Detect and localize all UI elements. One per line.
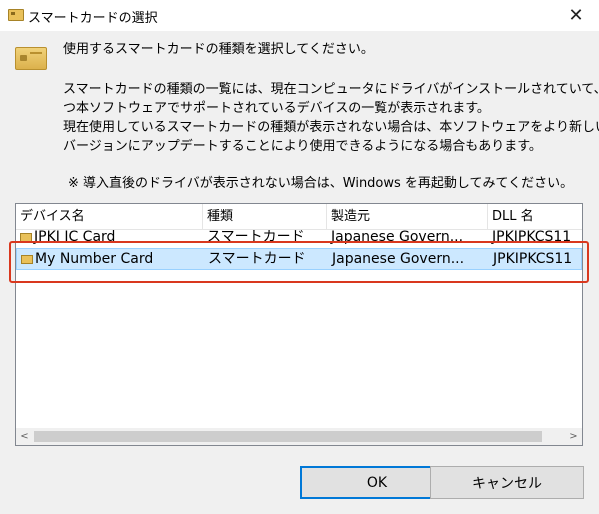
list-item[interactable]: JPKI IC Card スマートカード Japanese Govern... … bbox=[16, 230, 582, 248]
description-line-3: 現在使用しているスマートカードの種類が表示されない場合は、本ソフトウェアをより新… bbox=[63, 120, 599, 135]
device-dll: JPKIPKCS11 bbox=[493, 251, 573, 267]
device-name: My Number Card bbox=[35, 251, 154, 267]
close-icon: ✕ bbox=[568, 5, 584, 26]
device-list[interactable]: デバイス名 種類 製造元 DLL 名 JPKI IC Card スマートカード … bbox=[15, 203, 583, 446]
device-maker: Japanese Govern... bbox=[332, 251, 465, 267]
device-type: スマートカード bbox=[207, 230, 305, 245]
cancel-button[interactable]: キャンセル bbox=[430, 466, 584, 499]
title-bar: スマートカードの選択 ✕ bbox=[0, 0, 599, 31]
card-stripe bbox=[30, 52, 42, 54]
device-name: JPKI IC Card bbox=[34, 230, 116, 245]
smart-card-icon bbox=[21, 254, 33, 264]
list-item-selected[interactable]: My Number Card スマートカード Japanese Govern..… bbox=[16, 248, 582, 270]
description-line-1: スマートカードの種類の一覧には、現在コンピュータにドライバがインストールされてい… bbox=[63, 82, 599, 97]
device-type: スマートカード bbox=[208, 251, 306, 267]
description-line-2: つ本ソフトウェアでサポートされているデバイスの一覧が表示されます。 bbox=[63, 101, 490, 116]
column-header-device[interactable]: デバイス名 bbox=[16, 204, 203, 229]
list-header: デバイス名 種類 製造元 DLL 名 bbox=[16, 204, 582, 230]
device-dll: JPKIPKCS11 bbox=[492, 230, 572, 245]
column-header-type[interactable]: 種類 bbox=[203, 204, 327, 229]
description-line-4: バージョンにアップデートすることにより使用できるようになる場合もあります。 bbox=[63, 139, 542, 154]
scrollbar-thumb[interactable] bbox=[34, 431, 542, 442]
note-text: ※ 導入直後のドライバが表示されない場合は、Windows を再起動してみてくだ… bbox=[68, 176, 574, 191]
close-button[interactable]: ✕ bbox=[553, 0, 599, 31]
instruction-text: 使用するスマートカードの種類を選択してください。 bbox=[63, 42, 374, 57]
smart-card-icon bbox=[20, 232, 32, 242]
smart-card-icon bbox=[15, 47, 47, 70]
card-chip bbox=[20, 55, 27, 61]
column-header-maker[interactable]: 製造元 bbox=[327, 204, 488, 229]
smart-card-icon bbox=[8, 9, 24, 21]
scroll-left-icon[interactable]: < bbox=[16, 428, 33, 445]
scroll-right-icon[interactable]: > bbox=[565, 428, 582, 445]
device-maker: Japanese Govern... bbox=[331, 230, 464, 245]
horizontal-scrollbar[interactable]: < > bbox=[16, 428, 582, 445]
window-title: スマートカードの選択 bbox=[28, 11, 158, 26]
column-header-dll[interactable]: DLL 名 bbox=[488, 204, 582, 229]
